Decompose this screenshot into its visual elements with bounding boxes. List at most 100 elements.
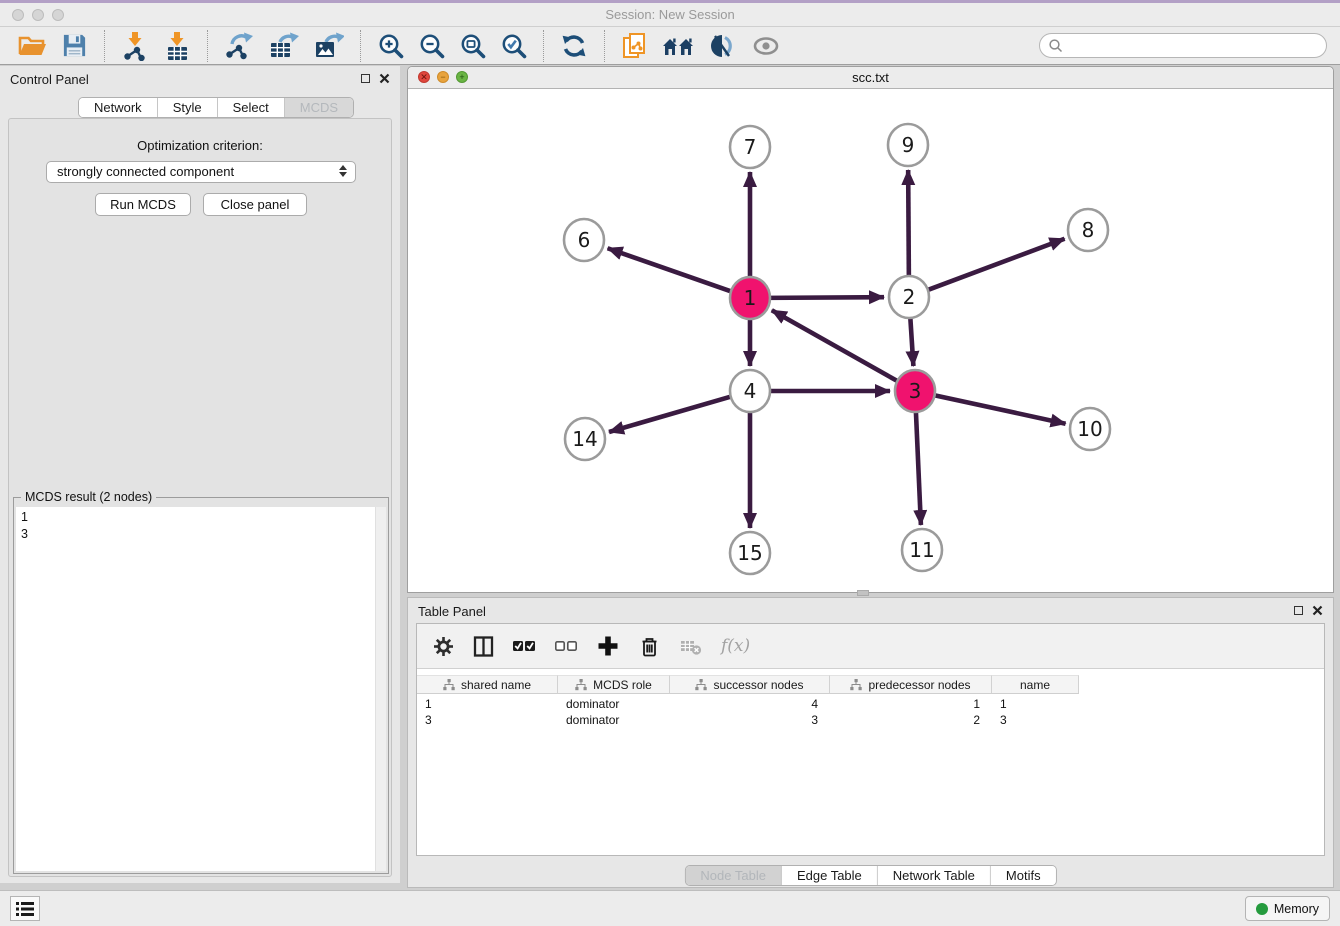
zoom-out-button[interactable] [411, 30, 452, 62]
edge-2-8[interactable] [926, 239, 1065, 291]
edge-2-9[interactable] [908, 170, 909, 279]
deselect-all-icon[interactable] [555, 636, 578, 656]
mcds-result-title: MCDS result (2 nodes) [21, 490, 156, 504]
close-panel-button[interactable]: Close panel [203, 193, 307, 216]
float-panel-icon[interactable] [361, 74, 370, 83]
tab-style[interactable]: Style [158, 98, 218, 117]
svg-text:9: 9 [902, 133, 915, 157]
run-mcds-button[interactable]: Run MCDS [95, 193, 191, 216]
show-graphics-details-button[interactable] [744, 30, 788, 62]
toggle-column-icon[interactable] [473, 636, 494, 657]
graph-node-2[interactable]: 2 [889, 276, 929, 318]
graph-node-11[interactable]: 11 [902, 529, 942, 571]
graph-node-15[interactable]: 15 [730, 532, 770, 574]
delete-entry-trash-icon[interactable] [638, 635, 661, 658]
save-session-button[interactable] [54, 30, 95, 62]
splitter-handle[interactable] [857, 590, 869, 596]
svg-text:2: 2 [903, 285, 916, 309]
graph-node-14[interactable]: 14 [565, 418, 605, 460]
zoom-selected-button[interactable] [493, 30, 534, 62]
delete-table-icon[interactable] [680, 637, 702, 656]
settings-gear-icon[interactable] [433, 636, 454, 657]
graph-node-3[interactable]: 3 [895, 370, 935, 412]
toolbar-separator [207, 30, 208, 62]
zoom-in-button[interactable] [370, 30, 411, 62]
cell-successor-nodes[interactable]: 3 [670, 712, 830, 728]
close-panel-icon[interactable] [379, 73, 390, 84]
export-image-button[interactable] [306, 30, 351, 62]
apply-layout-home-button[interactable] [655, 30, 702, 62]
cell-mcds-role[interactable]: dominator [558, 712, 670, 728]
cell-shared-name[interactable]: 3 [417, 712, 558, 728]
toolbar-search-field[interactable] [1039, 33, 1327, 58]
tab-network[interactable]: Network [79, 98, 158, 117]
tab-edge-table[interactable]: Edge Table [782, 866, 878, 885]
export-network-button[interactable] [217, 30, 261, 62]
close-panel-icon[interactable] [1312, 605, 1323, 616]
edge-3-11[interactable] [916, 409, 921, 525]
svg-text:15: 15 [737, 541, 762, 565]
edge-1-2[interactable] [768, 297, 884, 298]
zoom-in-icon [377, 32, 404, 59]
edge-1-6[interactable] [608, 248, 733, 292]
cell-successor-nodes[interactable]: 4 [670, 696, 830, 712]
graph-node-7[interactable]: 7 [730, 126, 770, 168]
cell-name[interactable]: 1 [992, 696, 1079, 712]
mcds-result-textarea[interactable]: 1 3 [16, 507, 386, 871]
tab-select[interactable]: Select [218, 98, 285, 117]
show-task-history-button[interactable] [10, 896, 40, 921]
graph-node-9[interactable]: 9 [888, 124, 928, 166]
mcds-result-scrollbar[interactable] [375, 507, 386, 871]
cell-predecessor-nodes[interactable]: 1 [830, 696, 992, 712]
import-network-icon [121, 31, 149, 61]
cell-name[interactable]: 3 [992, 712, 1079, 728]
network-window-titlebar[interactable]: ✕ − + scc.txt [408, 67, 1333, 89]
graph-node-10[interactable]: 10 [1070, 408, 1110, 450]
apply-style-button[interactable] [702, 30, 744, 62]
network-graph[interactable]: 1 2 3 4 6 7 8 9 10 11 14 15 [408, 89, 1333, 592]
import-network-button[interactable] [114, 30, 156, 62]
table-row[interactable]: 1 dominator 4 1 1 [417, 696, 1079, 712]
zoom-fit-button[interactable] [452, 30, 493, 62]
function-builder-icon[interactable]: f(x) [721, 636, 750, 656]
export-table-button[interactable] [261, 30, 306, 62]
dropdown-chevrons-icon [339, 165, 347, 177]
tab-node-table[interactable]: Node Table [685, 866, 782, 885]
graph-node-4[interactable]: 4 [730, 370, 770, 412]
graph-node-1[interactable]: 1 [730, 277, 770, 319]
hierarchy-icon [850, 679, 862, 691]
cell-mcds-role[interactable]: dominator [558, 696, 670, 712]
select-all-icon[interactable] [513, 636, 536, 656]
graph-node-8[interactable]: 8 [1068, 209, 1108, 251]
table-row[interactable]: 3 dominator 3 2 3 [417, 712, 1079, 728]
edge-4-14[interactable] [609, 396, 733, 432]
edge-3-10[interactable] [933, 395, 1066, 424]
edge-2-3[interactable] [910, 315, 913, 366]
tab-motifs[interactable]: Motifs [991, 866, 1056, 885]
clone-network-button[interactable] [614, 30, 655, 62]
export-image-icon [313, 31, 344, 60]
column-header-mcds-role[interactable]: MCDS role [558, 675, 670, 694]
column-header-successor-nodes[interactable]: successor nodes [670, 675, 830, 694]
import-table-button[interactable] [156, 30, 198, 62]
graph-node-6[interactable]: 6 [564, 219, 604, 261]
svg-text:3: 3 [909, 379, 922, 403]
add-entry-plus-icon[interactable] [597, 635, 619, 657]
column-header-name[interactable]: name [992, 675, 1079, 694]
column-header-shared-name[interactable]: shared name [417, 675, 558, 694]
tab-network-table[interactable]: Network Table [878, 866, 991, 885]
float-panel-icon[interactable] [1294, 606, 1303, 615]
memory-label: Memory [1274, 902, 1319, 916]
svg-text:14: 14 [572, 427, 597, 451]
search-input[interactable] [1064, 36, 1326, 56]
criterion-dropdown[interactable]: strongly connected component [46, 161, 356, 183]
column-header-predecessor-nodes[interactable]: predecessor nodes [830, 675, 992, 694]
open-session-button[interactable] [10, 30, 54, 62]
titlebar[interactable]: Session: New Session [0, 3, 1340, 27]
edge-3-1[interactable] [772, 310, 900, 382]
cell-shared-name[interactable]: 1 [417, 696, 558, 712]
memory-button[interactable]: Memory [1245, 896, 1330, 921]
cell-predecessor-nodes[interactable]: 2 [830, 712, 992, 728]
update-network-button[interactable] [553, 30, 595, 62]
tab-mcds[interactable]: MCDS [285, 98, 353, 117]
